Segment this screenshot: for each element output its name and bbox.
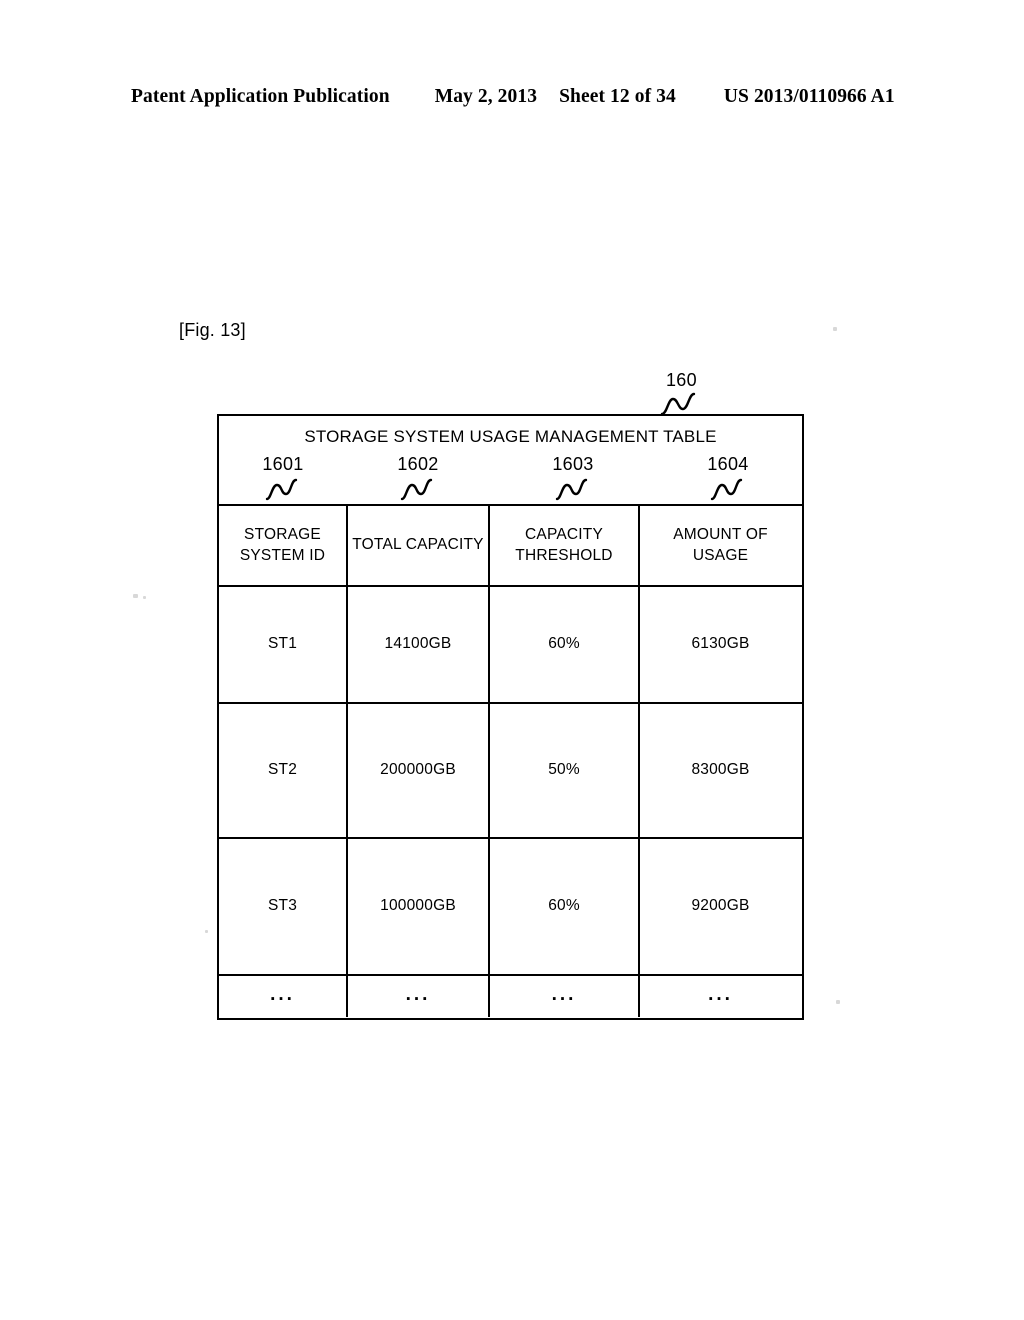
reference-callout-1604: 1604	[688, 454, 768, 504]
cell-ellipsis: ...	[638, 976, 801, 1017]
cell-storage-system-id: ST2	[267, 761, 298, 779]
reference-callout-1602: 1602	[378, 454, 458, 504]
reference-callout-1601: 1601	[243, 454, 323, 504]
scan-speckle	[833, 327, 837, 331]
table-header-row: STORAGE SYSTEM ID TOTAL CAPACITY CAPACIT…	[219, 506, 802, 585]
table-row: ST1 14100GB 60% 6130GB	[219, 585, 802, 702]
cell-storage-system-id: ST1	[267, 635, 298, 653]
table-row: ST3 100000GB 60% 9200GB	[219, 837, 802, 974]
column-header-capacity-threshold: CAPACITY THRESHOLD	[488, 506, 638, 585]
leader-squiggle-icon	[555, 477, 593, 506]
cell-total-capacity: 100000GB	[346, 839, 488, 974]
cell-ellipsis: ...	[346, 976, 488, 1017]
cell-amount-of-usage: 9200GB	[638, 839, 801, 974]
cell-total-capacity: 200000GB	[346, 704, 488, 837]
leader-squiggle-icon	[400, 477, 438, 506]
cell-capacity-threshold: 50%	[488, 704, 638, 837]
sheet-number: Sheet 12 of 34	[559, 86, 676, 107]
reference-callout-160: 160	[652, 370, 722, 416]
publication-label: Patent Application Publication	[131, 86, 390, 107]
leader-squiggle-icon	[265, 477, 303, 506]
table-title-band: STORAGE SYSTEM USAGE MANAGEMENT TABLE 16…	[219, 416, 802, 504]
publication-date: May 2, 2013	[434, 86, 538, 107]
cell-total-capacity: 14100GB	[346, 587, 488, 702]
column-header-total-capacity: TOTAL CAPACITY	[346, 506, 488, 585]
cell-ellipsis: ...	[270, 983, 295, 1005]
scan-speckle	[836, 1000, 840, 1004]
column-header-amount-of-usage: AMOUNT OF USAGE	[638, 506, 801, 585]
storage-system-usage-management-table: STORAGE SYSTEM USAGE MANAGEMENT TABLE 16…	[217, 414, 804, 1020]
reference-number-1604: 1604	[707, 454, 749, 474]
patent-number: US 2013/0110966 A1	[723, 86, 895, 107]
column-header-storage-system-id: STORAGE SYSTEM ID	[239, 525, 326, 564]
reference-number-1603: 1603	[552, 454, 594, 474]
table-grid: STORAGE SYSTEM ID TOTAL CAPACITY CAPACIT…	[219, 504, 802, 1018]
table-row: ST2 200000GB 50% 8300GB	[219, 702, 802, 837]
scan-speckle	[143, 596, 146, 599]
cell-ellipsis: ...	[488, 976, 638, 1017]
reference-number-160: 160	[666, 370, 697, 390]
reference-number-1601: 1601	[262, 454, 304, 474]
leader-squiggle-icon	[710, 477, 748, 506]
cell-storage-system-id: ST3	[267, 897, 298, 915]
reference-callout-1603: 1603	[533, 454, 613, 504]
figure-label: [Fig. 13]	[179, 320, 246, 340]
table-title: STORAGE SYSTEM USAGE MANAGEMENT TABLE	[304, 427, 717, 446]
scan-speckle	[133, 594, 138, 598]
scan-speckle	[205, 930, 208, 933]
cell-capacity-threshold: 60%	[488, 587, 638, 702]
reference-number-1602: 1602	[397, 454, 439, 474]
cell-amount-of-usage: 6130GB	[638, 587, 801, 702]
table-row-ellipsis: ... ... ... ...	[219, 974, 802, 1017]
page-header: Patent Application Publication May 2, 20…	[0, 86, 1024, 108]
cell-amount-of-usage: 8300GB	[638, 704, 801, 837]
cell-capacity-threshold: 60%	[488, 839, 638, 974]
